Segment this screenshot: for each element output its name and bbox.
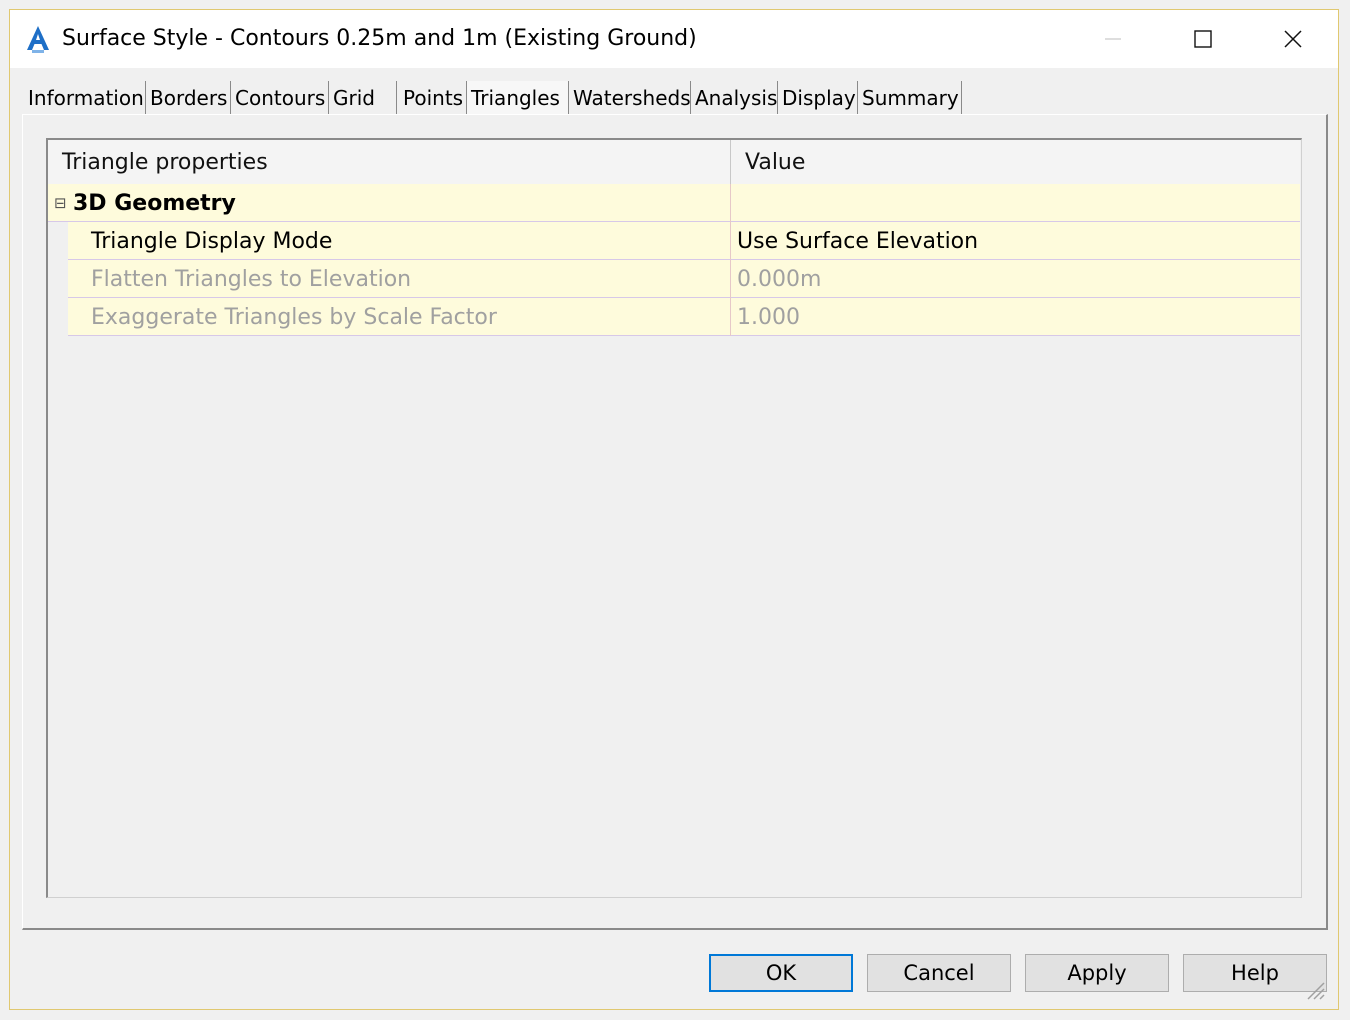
cell-divider [730,184,731,222]
group-label: 3D Geometry [73,191,236,216]
tab-strip: Information Borders Contours Grid Points… [24,81,1324,115]
cell-divider [730,260,731,298]
close-button[interactable] [1248,10,1338,68]
column-header-property[interactable]: Triangle properties [48,140,730,184]
tab-triangles[interactable]: Triangles [467,81,569,115]
tab-contours[interactable]: Contours [231,81,329,115]
tab-watersheds[interactable]: Watersheds [569,81,691,115]
group-row-3d-geometry[interactable]: ⊟ 3D Geometry [48,184,1300,222]
maximize-icon [1194,30,1212,48]
property-name: Exaggerate Triangles by Scale Factor [91,305,497,330]
app-icon [24,24,52,54]
property-row[interactable]: Flatten Triangles to Elevation 0.000m [68,260,1300,298]
minimize-icon [1105,38,1121,40]
apply-button[interactable]: Apply [1025,954,1169,992]
cell-divider [730,298,731,336]
tab-points[interactable]: Points [397,81,467,115]
dialog-window: Surface Style - Contours 0.25m and 1m (E… [9,9,1339,1010]
property-value[interactable]: 1.000 [737,298,800,336]
cancel-button[interactable]: Cancel [867,954,1011,992]
property-name: Flatten Triangles to Elevation [91,267,412,292]
property-row[interactable]: Triangle Display Mode Use Surface Elevat… [68,222,1300,260]
property-grid: Triangle properties Value ⊟ 3D Geometry … [46,138,1302,898]
ok-button[interactable]: OK [709,954,853,992]
close-icon [1284,30,1302,48]
tab-summary[interactable]: Summary [858,81,962,115]
tab-grid[interactable]: Grid [329,81,397,115]
tab-borders[interactable]: Borders [146,81,231,115]
title-bar[interactable]: Surface Style - Contours 0.25m and 1m (E… [10,10,1338,68]
tab-analysis[interactable]: Analysis [691,81,778,115]
column-header-value[interactable]: Value [731,140,1300,184]
collapse-icon[interactable]: ⊟ [54,183,67,221]
property-value[interactable]: Use Surface Elevation [737,222,978,260]
property-name: Triangle Display Mode [91,229,333,254]
tab-display[interactable]: Display [778,81,858,115]
window-title: Surface Style - Contours 0.25m and 1m (E… [62,26,697,51]
maximize-button[interactable] [1158,10,1248,68]
resize-grip-icon[interactable] [1304,979,1326,1001]
property-value[interactable]: 0.000m [737,260,821,298]
minimize-button[interactable] [1068,10,1158,68]
cell-divider [730,222,731,260]
property-row[interactable]: Exaggerate Triangles by Scale Factor 1.0… [68,298,1300,336]
tab-information[interactable]: Information [24,81,146,115]
grid-header: Triangle properties Value [48,140,1300,185]
